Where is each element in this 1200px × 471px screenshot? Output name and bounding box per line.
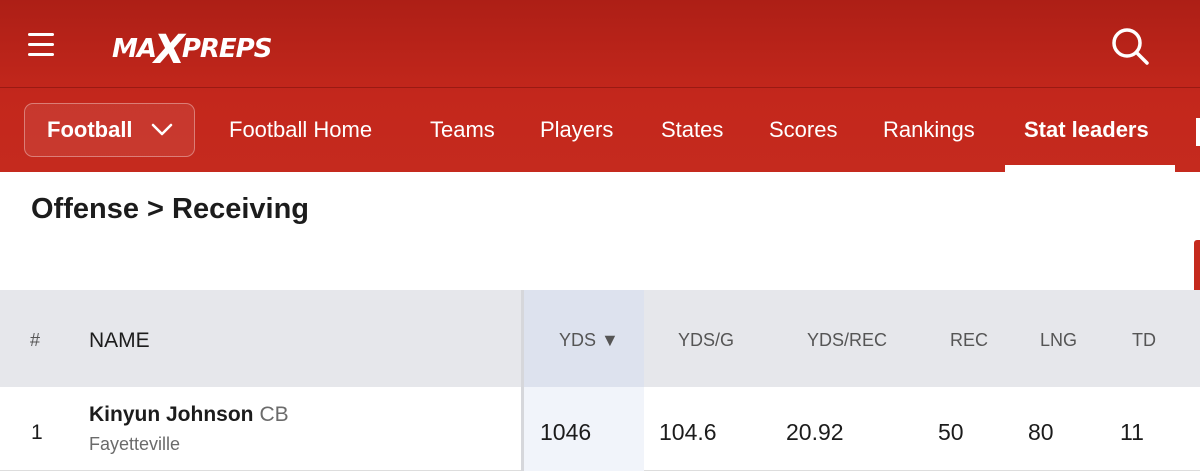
player-name[interactable]: Kinyun Johnson bbox=[89, 403, 254, 426]
player-position: CB bbox=[259, 403, 289, 426]
cell-yds-per-rec: 20.92 bbox=[786, 419, 844, 445]
cell-lng: 80 bbox=[1028, 419, 1054, 445]
column-header-yds-per-game[interactable]: YDS/G bbox=[678, 330, 734, 351]
cell-yds: 1046 bbox=[540, 419, 592, 445]
nav-overflow-link[interactable] bbox=[1196, 118, 1200, 146]
column-divider bbox=[521, 290, 524, 471]
page-title: Offense > Receiving bbox=[31, 193, 310, 225]
column-header-rank: # bbox=[30, 330, 41, 350]
nav-link-teams[interactable]: Teams bbox=[430, 115, 495, 145]
row-rank: 1 bbox=[31, 421, 43, 444]
search-icon[interactable] bbox=[1108, 24, 1152, 68]
nav-link-scores[interactable]: Scores bbox=[769, 115, 837, 145]
nav-link-rankings[interactable]: Rankings bbox=[883, 115, 975, 145]
column-header-lng[interactable]: LNG bbox=[1040, 330, 1077, 351]
site-header: MAXPREPS Football Football Home Teams Pl… bbox=[0, 0, 1200, 172]
cell-td: 11 bbox=[1120, 419, 1144, 445]
nav-link-players[interactable]: Players bbox=[540, 115, 613, 145]
column-header-yds[interactable]: YDS ▼ bbox=[559, 330, 619, 351]
nav-link-stat-leaders[interactable]: Stat leaders bbox=[1024, 115, 1149, 145]
nav-link-football-home[interactable]: Football Home bbox=[229, 115, 372, 145]
sport-dropdown-label: Football bbox=[47, 117, 133, 142]
cell-yds-per-game: 104.6 bbox=[659, 419, 717, 445]
sport-nav: Football Football Home Teams Players Sta… bbox=[0, 88, 1200, 172]
active-tab-indicator bbox=[1005, 165, 1175, 172]
nav-link-states[interactable]: States bbox=[661, 115, 723, 145]
player-name-link[interactable]: Kinyun Johnson CB bbox=[89, 403, 289, 427]
player-school: Fayetteville bbox=[89, 434, 181, 454]
hamburger-icon[interactable] bbox=[28, 33, 54, 57]
column-header-rec[interactable]: REC bbox=[950, 330, 988, 351]
column-header-yds-per-rec[interactable]: YDS/REC bbox=[807, 330, 887, 351]
cell-rec: 50 bbox=[938, 419, 964, 445]
chevron-down-icon bbox=[151, 123, 173, 136]
header-row: MAXPREPS bbox=[0, 0, 1200, 88]
column-header-name[interactable]: NAME bbox=[89, 329, 150, 353]
column-header-td[interactable]: TD bbox=[1132, 330, 1156, 351]
sport-dropdown[interactable]: Football bbox=[24, 103, 195, 157]
maxpreps-logo[interactable]: MAXPREPS bbox=[112, 24, 272, 70]
